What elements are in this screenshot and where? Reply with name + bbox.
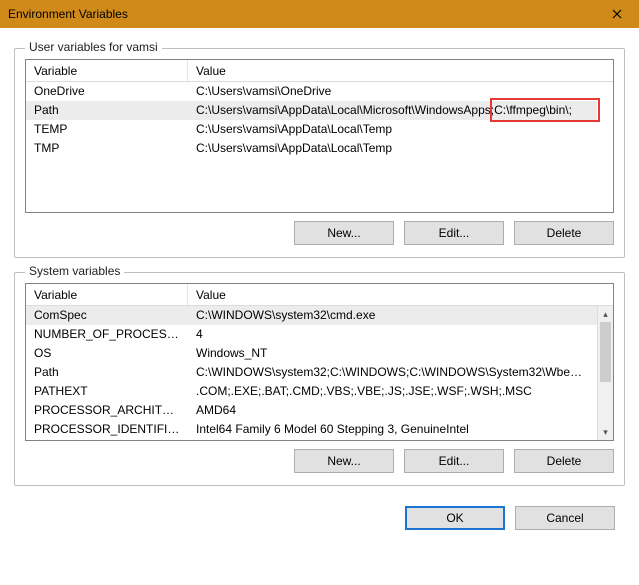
cell-var: PATHEXT [26,382,188,401]
close-icon [612,9,622,19]
cell-var: PROCESSOR_IDENTIFIER [26,420,188,439]
cell-val: .COM;.EXE;.BAT;.CMD;.VBS;.VBE;.JS;.JSE;.… [188,382,597,401]
scrollbar[interactable]: ▴ ▾ [597,306,613,440]
cell-val: C:\Users\vamsi\AppData\Local\Temp [188,139,597,158]
delete-button[interactable]: Delete [514,449,614,473]
cell-var: PROCESSOR_ARCHITECTURE [26,401,188,420]
titlebar: Environment Variables [0,0,639,28]
list-body: ComSpec C:\WINDOWS\system32\cmd.exe NUMB… [26,306,597,440]
user-variables-legend: User variables for vamsi [25,40,162,54]
cell-val: Intel64 Family 6 Model 60 Stepping 3, Ge… [188,420,597,439]
cell-val: Windows_NT [188,344,597,363]
new-button[interactable]: New... [294,449,394,473]
scroll-thumb[interactable] [600,322,611,382]
list-header: Variable Value [26,60,613,82]
cell-val: C:\WINDOWS\system32;C:\WINDOWS;C:\WINDOW… [188,363,597,382]
cell-var: TMP [26,139,188,158]
system-variables-group: System variables Variable Value ComSpec … [14,272,625,486]
new-button[interactable]: New... [294,221,394,245]
dialog-buttons: OK Cancel [0,502,639,540]
scroll-up-icon[interactable]: ▴ [598,306,613,322]
list-row[interactable]: Path C:\WINDOWS\system32;C:\WINDOWS;C:\W… [26,363,597,382]
list-row[interactable]: PROCESSOR_ARCHITECTURE AMD64 [26,401,597,420]
cell-val: C:\WINDOWS\system32\cmd.exe [188,306,597,325]
list-row[interactable]: NUMBER_OF_PROCESSORS 4 [26,325,597,344]
user-variables-list[interactable]: Variable Value OneDrive C:\Users\vamsi\O… [25,59,614,213]
cell-val: C:\Users\vamsi\OneDrive [188,82,597,101]
system-variables-legend: System variables [25,264,124,278]
list-row[interactable]: PATHEXT .COM;.EXE;.BAT;.CMD;.VBS;.VBE;.J… [26,382,597,401]
list-header: Variable Value [26,284,613,306]
column-value[interactable]: Value [188,284,613,305]
cell-var: TEMP [26,120,188,139]
list-row[interactable]: TEMP C:\Users\vamsi\AppData\Local\Temp [26,120,597,139]
list-row[interactable]: TMP C:\Users\vamsi\AppData\Local\Temp [26,139,597,158]
window-title: Environment Variables [8,7,128,21]
list-row[interactable]: OneDrive C:\Users\vamsi\OneDrive [26,82,597,101]
list-body: OneDrive C:\Users\vamsi\OneDrive Path C:… [26,82,597,212]
list-row[interactable]: Path C:\Users\vamsi\AppData\Local\Micros… [26,101,597,120]
cancel-button[interactable]: Cancel [515,506,615,530]
scroll-down-icon[interactable]: ▾ [598,424,613,440]
delete-button[interactable]: Delete [514,221,614,245]
cell-val: 4 [188,325,597,344]
list-row[interactable]: PROCESSOR_IDENTIFIER Intel64 Family 6 Mo… [26,420,597,439]
cell-val: C:\Users\vamsi\AppData\Local\Microsoft\W… [188,101,597,120]
ok-button[interactable]: OK [405,506,505,530]
cell-val: C:\Users\vamsi\AppData\Local\Temp [188,120,597,139]
cell-var: ComSpec [26,306,188,325]
list-row[interactable]: OS Windows_NT [26,344,597,363]
user-variables-group: User variables for vamsi Variable Value … [14,48,625,258]
cell-val: AMD64 [188,401,597,420]
cell-var: Path [26,101,188,120]
edit-button[interactable]: Edit... [404,449,504,473]
close-button[interactable] [595,0,639,28]
cell-var: Path [26,363,188,382]
cell-var: OS [26,344,188,363]
cell-var: NUMBER_OF_PROCESSORS [26,325,188,344]
user-buttons: New... Edit... Delete [25,221,614,245]
column-value[interactable]: Value [188,60,613,81]
edit-button[interactable]: Edit... [404,221,504,245]
column-variable[interactable]: Variable [26,60,188,81]
system-buttons: New... Edit... Delete [25,449,614,473]
system-variables-list[interactable]: Variable Value ComSpec C:\WINDOWS\system… [25,283,614,441]
column-variable[interactable]: Variable [26,284,188,305]
content: User variables for vamsi Variable Value … [0,28,639,502]
cell-var: OneDrive [26,82,188,101]
list-row[interactable]: ComSpec C:\WINDOWS\system32\cmd.exe [26,306,597,325]
